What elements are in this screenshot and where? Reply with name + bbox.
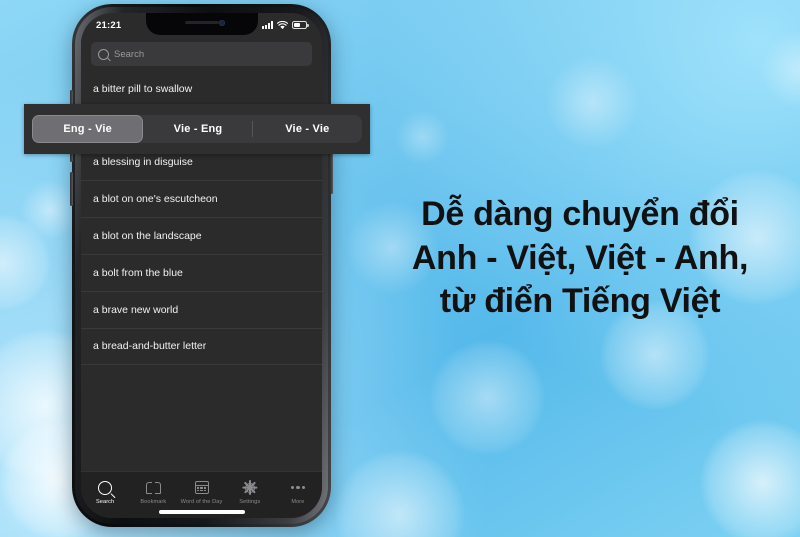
list-item[interactable]: a blot on one's escutcheon xyxy=(81,181,322,219)
search-icon xyxy=(98,479,113,496)
search-icon xyxy=(98,48,109,60)
segmented-control[interactable]: Eng - Vie Vie - Eng Vie - Vie xyxy=(32,115,362,143)
status-bar-indicators xyxy=(262,20,309,30)
tab-label: Settings xyxy=(239,499,261,505)
segment-vie-vie[interactable]: Vie - Vie xyxy=(253,115,362,143)
volume-down-button[interactable] xyxy=(70,172,73,206)
front-camera-icon xyxy=(218,20,225,26)
cellular-bars-icon xyxy=(262,21,273,29)
calendar-icon xyxy=(194,479,209,496)
search-placeholder: Search xyxy=(114,48,145,60)
tab-settings[interactable]: Settings xyxy=(226,479,274,505)
segment-label: Eng - Vie xyxy=(63,123,112,135)
segment-label: Vie - Vie xyxy=(285,123,330,135)
headline-line-1: Dễ dàng chuyển đổi xyxy=(421,195,739,233)
home-indicator xyxy=(158,510,245,514)
notch xyxy=(145,13,258,35)
phone-screen: 21:21 Search a bitter pill to swallow a … xyxy=(81,13,322,518)
list-item[interactable]: a bitter pill to swallow xyxy=(81,71,322,108)
phone-device-mockup: 21:21 Search a bitter pill to swallow a … xyxy=(70,4,333,527)
earpiece-speaker xyxy=(184,21,219,24)
segment-eng-vie[interactable]: Eng - Vie xyxy=(32,115,144,143)
ellipsis-icon xyxy=(290,479,306,496)
segment-label: Vie - Eng xyxy=(173,123,223,135)
segment-vie-eng[interactable]: Vie - Eng xyxy=(143,115,253,143)
tab-more[interactable]: More xyxy=(274,479,322,505)
tab-bookmark[interactable]: Bookmark xyxy=(129,479,177,505)
gear-icon xyxy=(242,479,258,496)
search-bar-container: Search xyxy=(81,37,322,71)
list-item[interactable]: a brave new world xyxy=(81,292,322,329)
headline: Dễ dàng chuyển đổi Anh - Việt, Việt - An… xyxy=(370,193,790,324)
tab-label: Search xyxy=(95,499,115,505)
tab-word-of-the-day[interactable]: Word of the Day xyxy=(177,479,225,505)
promo-banner: 21:21 Search a bitter pill to swallow a … xyxy=(0,0,800,537)
book-icon xyxy=(145,479,161,496)
tab-label: Word of the Day xyxy=(180,499,223,505)
battery-icon xyxy=(292,21,309,29)
tab-search[interactable]: Search xyxy=(81,479,129,505)
wifi-icon xyxy=(277,20,288,29)
headline-line-3: từ điển Tiếng Việt xyxy=(439,282,721,321)
list-item[interactable]: a bolt from the blue xyxy=(81,255,322,292)
headline-line-2: Anh - Việt, Việt - Anh, xyxy=(411,238,749,277)
search-input[interactable]: Search xyxy=(91,42,312,66)
tab-label: More xyxy=(291,499,305,505)
segmented-control-overlay: Eng - Vie Vie - Eng Vie - Vie xyxy=(24,104,370,154)
list-item[interactable]: a blot on the landscape xyxy=(81,218,322,255)
status-bar-time: 21:21 xyxy=(96,19,122,31)
list-item[interactable]: a bread-and-butter letter xyxy=(81,329,322,366)
tab-label: Bookmark xyxy=(140,499,167,505)
